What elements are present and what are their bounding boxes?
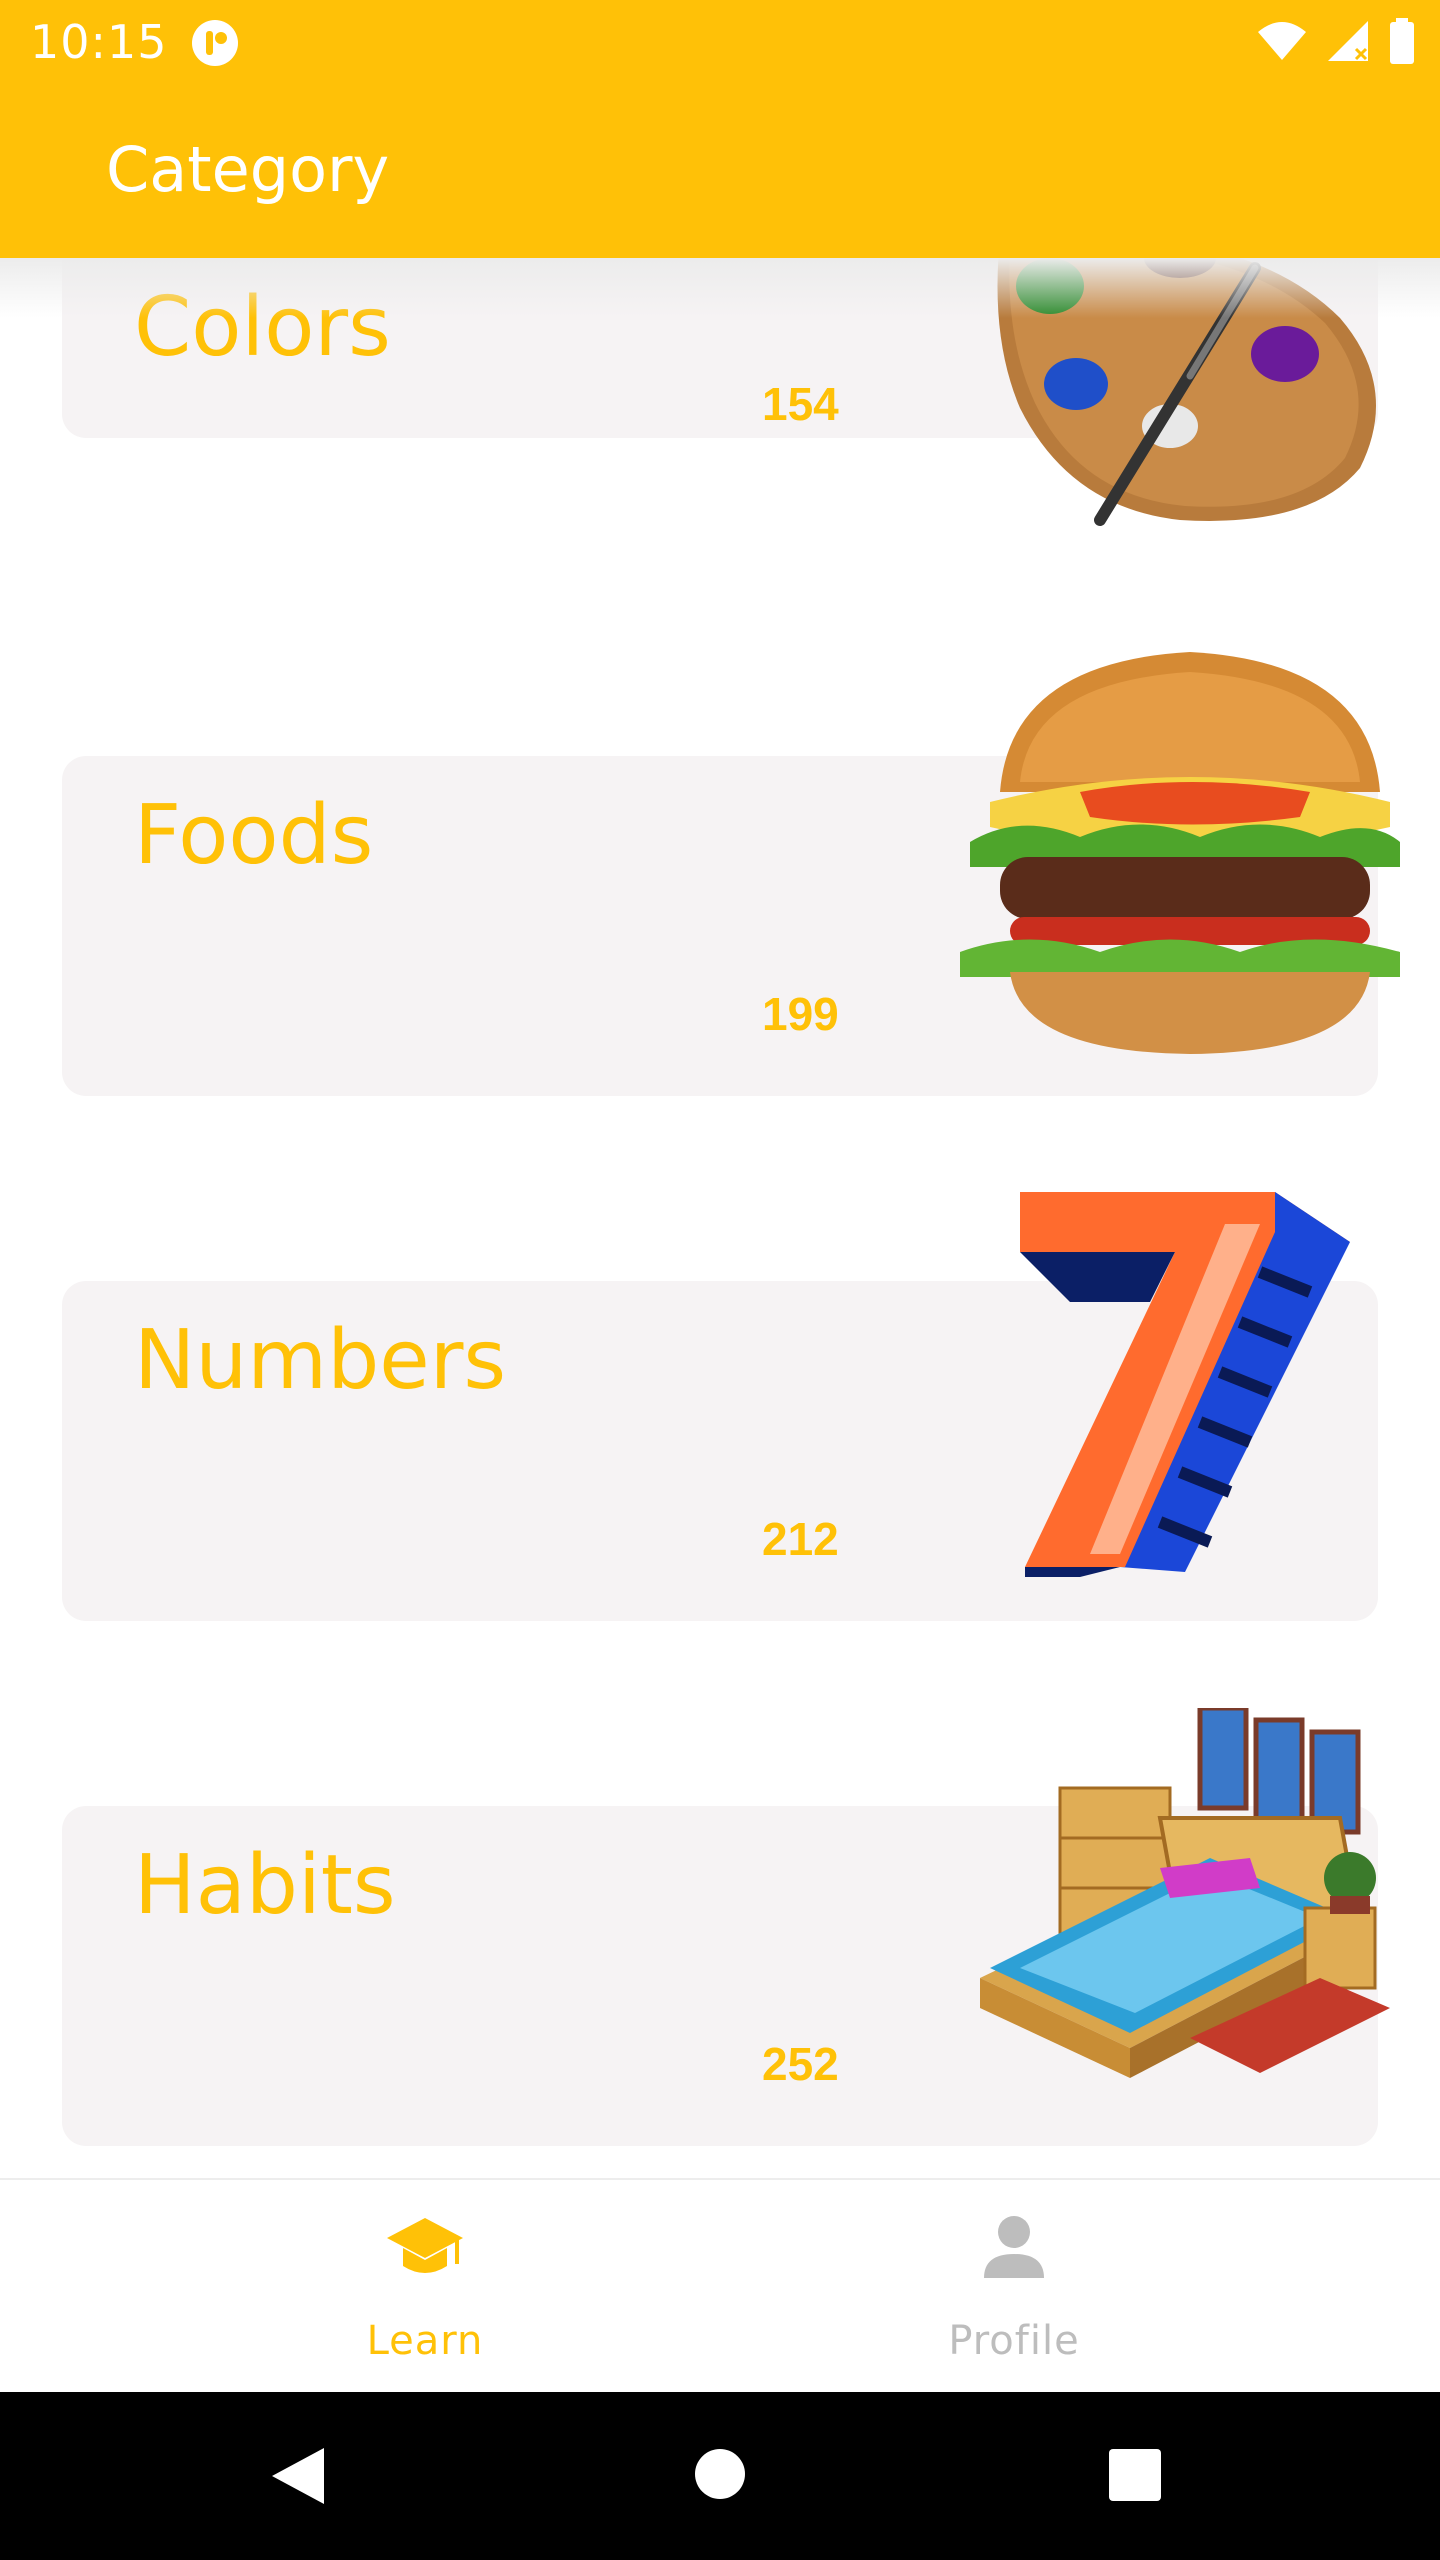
home-icon[interactable] xyxy=(694,2448,746,2504)
category-title: Habits xyxy=(134,1838,396,1933)
system-navigation-bar xyxy=(0,2392,1440,2560)
app-notification-icon xyxy=(190,18,240,72)
page-title: Category xyxy=(106,133,390,206)
category-count: 154 xyxy=(762,378,839,430)
category-count: 252 xyxy=(762,2038,839,2090)
battery-icon xyxy=(1388,18,1416,68)
hamburger-image xyxy=(960,642,1410,1066)
nav-item-learn[interactable]: Learn xyxy=(275,2180,575,2394)
status-time: 10:15 xyxy=(30,15,168,69)
category-title: Numbers xyxy=(134,1313,507,1408)
signal-icon xyxy=(1326,19,1370,67)
status-bar: 10:15 xyxy=(0,0,1440,84)
app-bar: Category xyxy=(0,84,1440,258)
person-icon xyxy=(974,2212,1054,2286)
category-title: Foods xyxy=(134,788,374,883)
category-list[interactable]: Colors 154 Foods 199 Numbers 212 Habits … xyxy=(0,258,1440,2178)
back-icon[interactable] xyxy=(268,2444,328,2512)
number-seven-image xyxy=(1010,1182,1360,1586)
bedroom-image xyxy=(960,1705,1410,2112)
category-title: Colors xyxy=(134,280,391,375)
nav-label: Learn xyxy=(366,2318,484,2364)
category-count: 199 xyxy=(762,988,839,1040)
wifi-icon xyxy=(1256,20,1308,66)
recents-icon[interactable] xyxy=(1108,2448,1162,2506)
bottom-navigation: Learn Profile xyxy=(0,2178,1440,2394)
nav-item-profile[interactable]: Profile xyxy=(864,2180,1164,2394)
category-count: 212 xyxy=(762,1513,839,1565)
graduation-cap-icon xyxy=(385,2212,465,2286)
paint-palette-image xyxy=(980,258,1410,542)
nav-label: Profile xyxy=(948,2318,1080,2364)
